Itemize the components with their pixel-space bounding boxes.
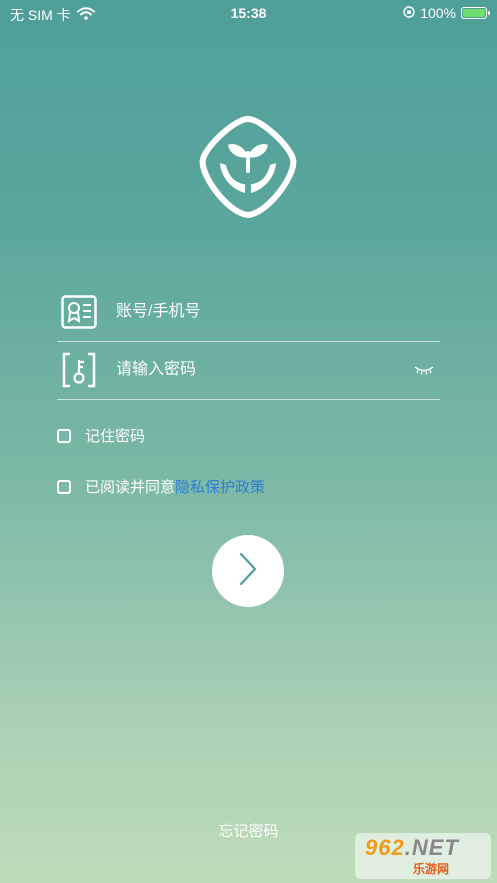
password-input[interactable] <box>114 360 412 380</box>
hands-sprout-logo-icon <box>195 113 301 221</box>
eye-closed-icon[interactable] <box>412 362 436 378</box>
rotation-lock-icon <box>403 5 415 21</box>
status-bar: 无 SIM 卡 15:38 100% <box>0 0 497 26</box>
remember-password-label: 记住密码 <box>85 428 146 445</box>
watermark-brand: 962.NET <box>365 835 459 860</box>
watermark-logo: 962.NET 乐游网 <box>355 833 491 879</box>
status-right: 100% <box>403 5 490 21</box>
agree-policy-checkbox[interactable] <box>57 479 71 494</box>
remember-password-checkbox[interactable] <box>57 428 71 443</box>
battery-percent: 100% <box>420 5 456 21</box>
agree-label: 已阅读并同意 <box>85 479 176 496</box>
chevron-right-icon <box>237 551 259 592</box>
remember-password-option[interactable]: 记住密码 <box>57 425 145 446</box>
battery-fill <box>463 9 485 17</box>
watermark-tagline: 乐游网 <box>413 862 450 876</box>
key-icon <box>61 352 97 388</box>
privacy-policy-link[interactable]: 隐私保护政策 <box>175 476 265 497</box>
password-field-row <box>57 341 440 400</box>
agree-policy-option[interactable]: 已阅读并同意 隐私保护政策 <box>57 476 265 497</box>
account-input[interactable] <box>114 302 440 322</box>
id-card-icon <box>61 294 97 330</box>
login-submit-button[interactable] <box>212 535 284 607</box>
battery-icon <box>461 7 490 19</box>
account-field-row <box>57 283 440 342</box>
